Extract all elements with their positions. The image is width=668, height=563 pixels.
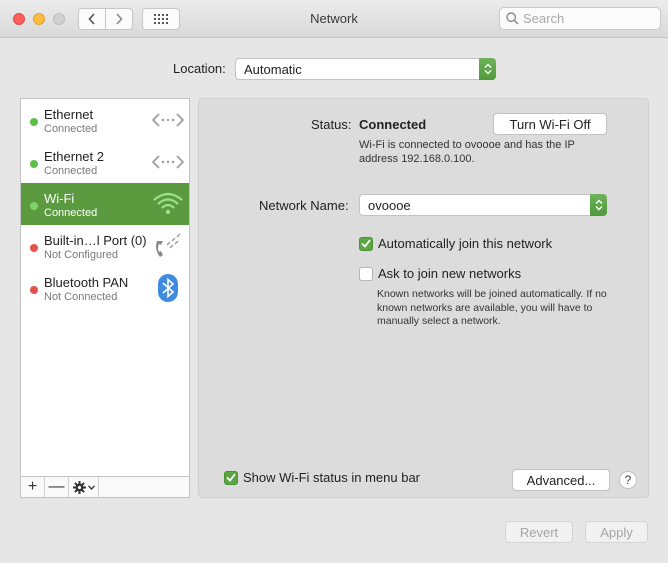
ask-join-label: Ask to join new networks <box>378 266 522 281</box>
auto-join-label: Automatically join this network <box>378 236 553 251</box>
phone-modem-icon <box>156 233 181 257</box>
show-wifi-status-option[interactable]: Show Wi-Fi status in menu bar <box>224 470 420 485</box>
remove-service-button[interactable]: — <box>45 477 69 497</box>
location-value: Automatic <box>244 61 302 77</box>
service-name: Ethernet 2 <box>44 149 104 164</box>
apply-button[interactable]: Apply <box>585 521 648 543</box>
ethernet-icon <box>151 155 185 169</box>
service-name: Bluetooth PAN <box>44 275 129 290</box>
add-service-button[interactable]: + <box>21 477 45 497</box>
service-status: Not Connected <box>44 291 118 303</box>
status-dot <box>30 160 38 168</box>
status-dot <box>30 202 38 210</box>
service-name: Wi-Fi <box>44 191 75 206</box>
help-button[interactable]: ? <box>619 471 637 489</box>
status-dot <box>30 244 38 252</box>
ask-join-checkbox[interactable] <box>359 266 373 281</box>
checkmark-icon <box>226 473 236 482</box>
service-item-ethernet[interactable]: Ethernet Connected <box>21 99 189 141</box>
service-list-toolbar: + — <box>21 476 189 497</box>
status-dot <box>30 118 38 126</box>
show-wifi-status-label: Show Wi-Fi status in menu bar <box>243 470 421 485</box>
popup-arrows-icon <box>479 58 496 80</box>
auto-join-checkbox[interactable] <box>359 236 373 251</box>
wifi-icon <box>153 192 183 215</box>
ethernet-icon <box>151 113 185 127</box>
service-list: Ethernet Connected Ethernet 2 Connected … <box>20 98 190 498</box>
network-name-label: Network Name: <box>259 198 349 213</box>
ask-join-description: Known networks will be joined automatica… <box>377 288 607 327</box>
service-item-ethernet-2[interactable]: Ethernet 2 Connected <box>21 141 189 183</box>
service-status: Connected <box>44 123 98 135</box>
chevron-down-icon <box>87 484 95 490</box>
status-description: Wi-Fi is connected to ovoooe and has the… <box>359 139 575 165</box>
advanced-button[interactable]: Advanced... <box>512 469 610 491</box>
action-menu-button[interactable] <box>69 477 99 497</box>
turn-wifi-off-button[interactable]: Turn Wi-Fi Off <box>493 113 607 135</box>
search-icon <box>506 12 519 25</box>
service-name: Ethernet <box>44 107 94 122</box>
status-value: Connected <box>359 117 427 132</box>
network-name-popup[interactable]: ovoooe <box>359 194 607 216</box>
service-name: Built-in…l Port (0) <box>44 233 147 248</box>
service-status: Not Configured <box>44 249 118 261</box>
show-wifi-status-checkbox[interactable] <box>224 470 238 485</box>
service-item-wifi[interactable]: Wi-Fi Connected <box>21 183 189 225</box>
gear-icon <box>72 480 86 494</box>
ask-join-option[interactable]: Ask to join new networks <box>359 266 521 281</box>
checkmark-icon <box>361 239 371 248</box>
location-label: Location: <box>173 61 226 76</box>
service-status: Connected <box>44 207 98 219</box>
bluetooth-icon <box>158 274 178 302</box>
network-name-value: ovoooe <box>368 197 411 213</box>
search-field[interactable] <box>499 7 661 30</box>
service-status: Connected <box>44 165 98 177</box>
status-dot <box>30 286 38 294</box>
revert-button[interactable]: Revert <box>505 521 573 543</box>
title-bar: Network <box>0 0 668 38</box>
popup-arrows-icon <box>590 194 607 216</box>
service-item-builtin-port[interactable]: Built-in…l Port (0) Not Configured <box>21 225 189 267</box>
auto-join-option[interactable]: Automatically join this network <box>359 236 552 251</box>
service-item-bluetooth-pan[interactable]: Bluetooth PAN Not Connected <box>21 267 189 309</box>
status-label: Status: <box>311 117 352 132</box>
search-input[interactable] <box>523 11 653 26</box>
location-popup[interactable]: Automatic <box>235 58 496 80</box>
